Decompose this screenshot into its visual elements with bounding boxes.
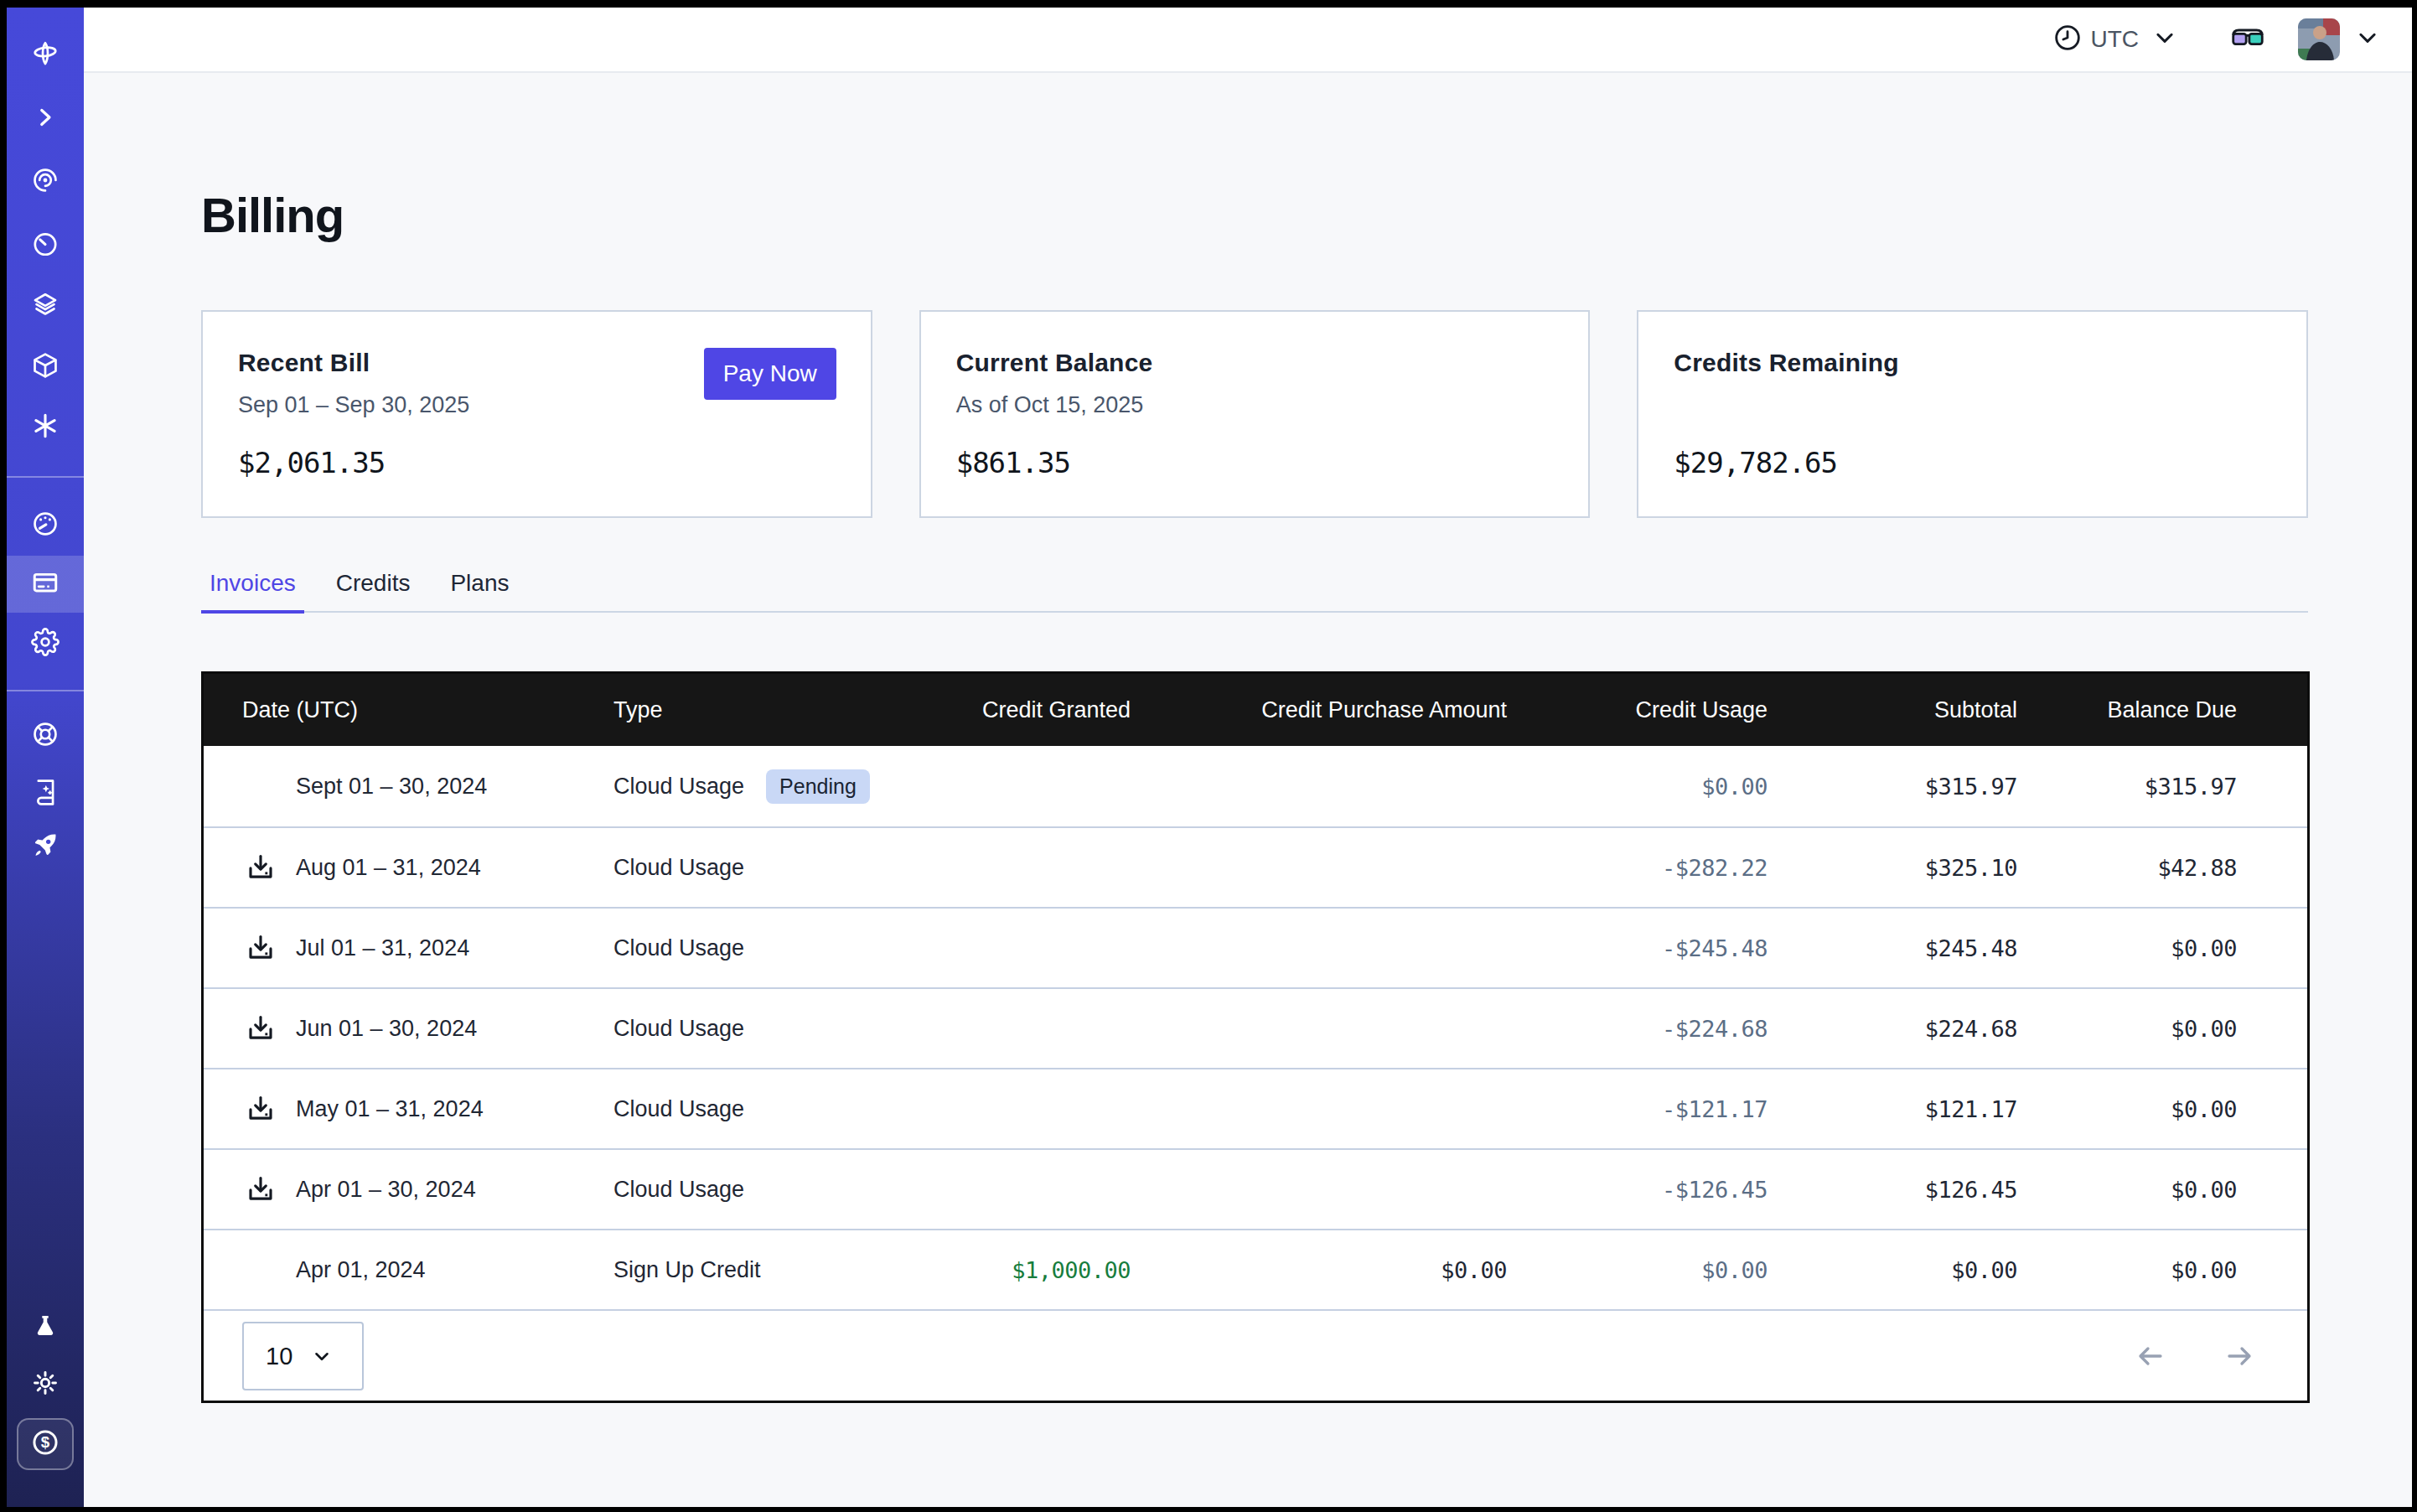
invoice-type: Cloud Usage bbox=[613, 1096, 744, 1122]
timezone-label: UTC bbox=[2090, 26, 2139, 53]
download-invoice-icon[interactable] bbox=[246, 852, 276, 883]
balance-due-value: $0.00 bbox=[2027, 1016, 2307, 1042]
next-page-icon[interactable] bbox=[2224, 1341, 2254, 1371]
col-header-credit-purchase: Credit Purchase Amount bbox=[1141, 697, 1517, 723]
subtotal-value: $325.10 bbox=[1778, 855, 2027, 881]
download-invoice-icon[interactable] bbox=[246, 1094, 276, 1124]
balance-due-value: $0.00 bbox=[2027, 935, 2307, 961]
chevron-down-icon[interactable] bbox=[2355, 25, 2380, 54]
subtotal-value: $121.17 bbox=[1778, 1096, 2027, 1122]
table-body: Sept 01 – 30, 2024 Cloud Usage Pending $0.0… bbox=[204, 746, 2307, 1309]
recent-bill-card: Recent Bill Sep 01 – Sep 30, 2025 $2,061… bbox=[201, 310, 872, 518]
pagination-row: 10 bbox=[204, 1309, 2307, 1401]
topbar: UTC bbox=[84, 8, 2412, 73]
balance-due-value: $315.97 bbox=[2027, 774, 2307, 800]
invoice-date: Jun 01 – 30, 2024 bbox=[296, 1016, 477, 1042]
download-spacer bbox=[246, 1255, 276, 1285]
pay-now-button[interactable]: Pay Now bbox=[704, 348, 836, 400]
table-header: Date (UTC) Type Credit Granted Credit Pu… bbox=[204, 674, 2307, 746]
tab-plans[interactable]: Plans bbox=[442, 571, 517, 614]
credit-usage-value: -$121.17 bbox=[1517, 1096, 1778, 1122]
credit-usage-value: -$126.45 bbox=[1517, 1177, 1778, 1203]
invoice-row: May 01 – 31, 2024 Cloud Usage -$121.17$121… bbox=[204, 1068, 2307, 1148]
download-invoice-icon[interactable] bbox=[246, 933, 276, 963]
credit-usage-value: -$245.48 bbox=[1517, 935, 1778, 961]
tab-credits[interactable]: Credits bbox=[328, 571, 419, 614]
balance-due-value: $0.00 bbox=[2027, 1177, 2307, 1203]
credit-usage-value: $0.00 bbox=[1517, 1257, 1778, 1283]
invoice-type: Cloud Usage bbox=[613, 774, 744, 800]
current-balance-card: Current Balance As of Oct 15, 2025 $861.… bbox=[919, 310, 1591, 518]
balance-due-value: $42.88 bbox=[2027, 855, 2307, 881]
col-header-subtotal: Subtotal bbox=[1778, 697, 2027, 723]
col-header-balance-due: Balance Due bbox=[2027, 697, 2307, 723]
card-amount: $29,782.65 bbox=[1674, 446, 1837, 479]
clock-icon bbox=[2053, 23, 2082, 55]
download-invoice-icon[interactable] bbox=[246, 1013, 276, 1043]
balance-due-value: $0.00 bbox=[2027, 1257, 2307, 1283]
invoice-date: Sept 01 – 30, 2024 bbox=[296, 774, 487, 800]
invoices-table: Date (UTC) Type Credit Granted Credit Pu… bbox=[201, 671, 2310, 1403]
credit-usage-value: -$282.22 bbox=[1517, 855, 1778, 881]
credit-usage-value: -$224.68 bbox=[1517, 1016, 1778, 1042]
invoice-type: Sign Up Credit bbox=[613, 1257, 761, 1283]
col-header-type: Type bbox=[572, 697, 931, 723]
credit-purchase-value: $0.00 bbox=[1141, 1257, 1517, 1283]
invoice-type: Cloud Usage bbox=[613, 935, 744, 961]
invoice-row: Jun 01 – 30, 2024 Cloud Usage -$224.68$224… bbox=[204, 987, 2307, 1068]
balance-due-value: $0.00 bbox=[2027, 1096, 2307, 1122]
card-amount: $2,061.35 bbox=[238, 446, 385, 479]
subtotal-value: $224.68 bbox=[1778, 1016, 2027, 1042]
chevron-down-icon bbox=[311, 1345, 333, 1367]
invoice-date: Apr 01, 2024 bbox=[296, 1257, 426, 1283]
page-size-value: 10 bbox=[266, 1343, 292, 1370]
invoice-date: Aug 01 – 31, 2024 bbox=[296, 855, 481, 881]
tab-invoices[interactable]: Invoices bbox=[201, 571, 304, 614]
app-window: $ UTC Billing Recent Bill Sep 01 – Sep 3… bbox=[7, 8, 2412, 1507]
invoice-type: Cloud Usage bbox=[613, 1016, 744, 1042]
invoice-type: Cloud Usage bbox=[613, 855, 744, 881]
prev-page-icon[interactable] bbox=[2135, 1341, 2166, 1371]
invoice-row: Aug 01 – 31, 2024 Cloud Usage -$282.22$325… bbox=[204, 826, 2307, 907]
invoice-row: Jul 01 – 31, 2024 Cloud Usage -$245.48$245… bbox=[204, 907, 2307, 987]
credit-granted-value: $1,000.00 bbox=[931, 1257, 1141, 1283]
subtotal-value: $0.00 bbox=[1778, 1257, 2027, 1283]
col-header-credit-usage: Credit Usage bbox=[1517, 697, 1778, 723]
invoice-row: Apr 01, 2024Sign Up Credit$1,000.00$0.00… bbox=[204, 1229, 2307, 1309]
billing-tabs: Invoices Credits Plans bbox=[201, 571, 2308, 613]
timezone-selector[interactable]: UTC bbox=[2053, 23, 2177, 55]
download-invoice-icon[interactable] bbox=[246, 1174, 276, 1204]
credits-remaining-card: Credits Remaining $29,782.65 bbox=[1637, 310, 2308, 518]
invoice-date: Apr 01 – 30, 2024 bbox=[296, 1177, 476, 1203]
col-header-credit-granted: Credit Granted bbox=[931, 697, 1141, 723]
invoice-date: May 01 – 31, 2024 bbox=[296, 1096, 484, 1122]
invoice-row: Apr 01 – 30, 2024 Cloud Usage -$126.45$126… bbox=[204, 1148, 2307, 1229]
invoice-row: Sept 01 – 30, 2024 Cloud Usage Pending $0.0… bbox=[204, 746, 2307, 826]
goggles-icon[interactable] bbox=[2231, 26, 2264, 53]
page-size-select[interactable]: 10 bbox=[242, 1322, 364, 1390]
subtotal-value: $315.97 bbox=[1778, 774, 2027, 800]
subtotal-value: $126.45 bbox=[1778, 1177, 2027, 1203]
status-badge: Pending bbox=[766, 769, 870, 804]
credit-usage-value: $0.00 bbox=[1517, 774, 1778, 800]
card-subtitle: As of Oct 15, 2025 bbox=[956, 392, 1554, 418]
download-spacer bbox=[246, 771, 276, 801]
modal-logo-icon bbox=[31, 39, 60, 71]
card-amount: $861.35 bbox=[956, 446, 1070, 479]
page-title: Billing bbox=[201, 189, 344, 242]
subtotal-value: $245.48 bbox=[1778, 935, 2027, 961]
col-header-date: Date (UTC) bbox=[204, 697, 572, 723]
summary-cards: Recent Bill Sep 01 – Sep 30, 2025 $2,061… bbox=[201, 310, 2308, 518]
card-title: Current Balance bbox=[956, 349, 1554, 377]
card-title: Credits Remaining bbox=[1674, 349, 2271, 377]
invoice-type: Cloud Usage bbox=[613, 1177, 744, 1203]
avatar[interactable] bbox=[2298, 18, 2340, 60]
chevron-down-icon bbox=[2152, 25, 2177, 54]
invoice-date: Jul 01 – 31, 2024 bbox=[296, 935, 469, 961]
main-content: Billing Recent Bill Sep 01 – Sep 30, 202… bbox=[7, 75, 2412, 1507]
